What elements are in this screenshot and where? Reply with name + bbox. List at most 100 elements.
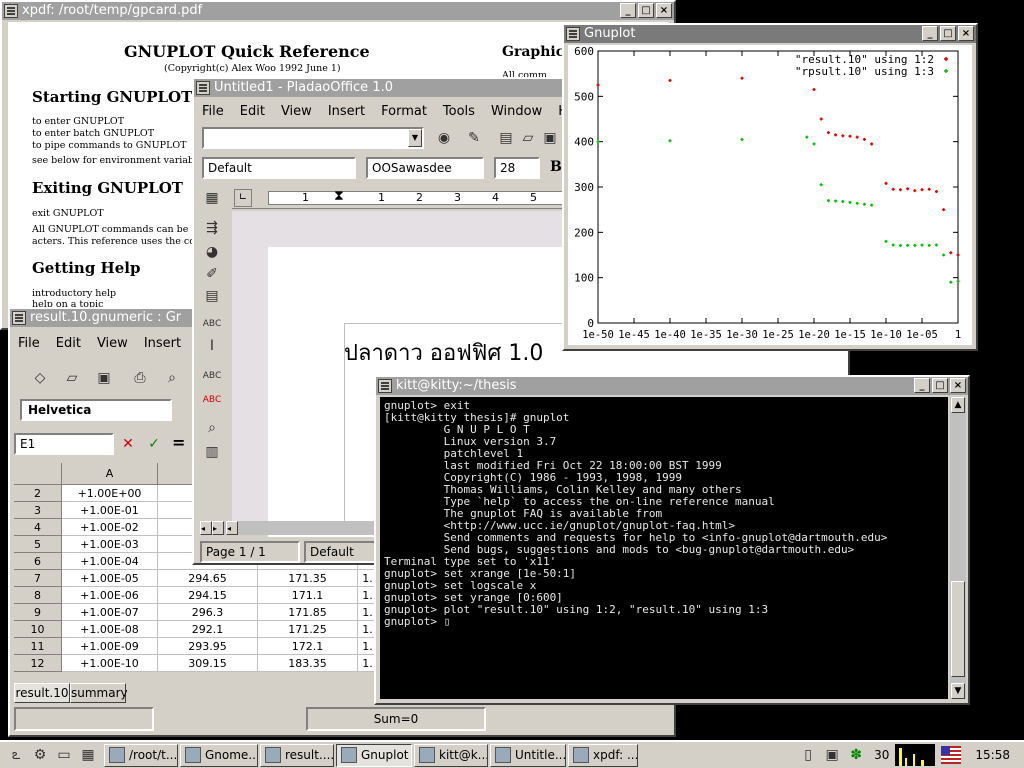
sheet-cell[interactable]: 294.15 bbox=[158, 587, 258, 604]
close-icon[interactable]: × bbox=[958, 26, 974, 41]
find-icon[interactable]: ⌕ bbox=[200, 417, 224, 439]
pager-icon[interactable]: ▯ bbox=[798, 745, 818, 765]
close-icon[interactable]: × bbox=[950, 378, 966, 393]
cancel-x-icon[interactable]: ✕ bbox=[116, 433, 140, 455]
maximize-icon[interactable]: □ bbox=[940, 26, 956, 41]
scroll-down-arrow[interactable]: ▼ bbox=[951, 683, 965, 699]
gnome-foot-icon[interactable]: ఽ bbox=[6, 745, 26, 765]
row-header[interactable]: 4 bbox=[14, 519, 62, 536]
sheet-cell[interactable]: +1.00E-01 bbox=[62, 502, 158, 519]
taskbar-task[interactable]: Gnuplot bbox=[336, 743, 412, 767]
menu-tools[interactable]: Tools bbox=[435, 101, 483, 123]
row-header[interactable]: 3 bbox=[14, 502, 62, 519]
applet-icon[interactable]: ✽ bbox=[846, 745, 866, 765]
taskbar-task[interactable]: Gnome... bbox=[180, 743, 258, 767]
sheet-cell[interactable]: +1.00E-03 bbox=[62, 536, 158, 553]
save-icon[interactable]: ▣ bbox=[92, 367, 116, 389]
menu-file[interactable]: File bbox=[194, 101, 232, 123]
terminal-output[interactable]: gnuplot> exit [kitt@kitty thesis]# gnuplo… bbox=[380, 397, 948, 699]
maximize-icon[interactable]: □ bbox=[638, 3, 654, 18]
ruler-indent-marker[interactable]: ⧗ bbox=[334, 188, 344, 204]
menu-view[interactable]: View bbox=[273, 101, 320, 123]
table-icon[interactable]: ▦ bbox=[200, 187, 224, 209]
window-menu-icon[interactable] bbox=[4, 4, 18, 18]
sheet-cell[interactable]: +1.00E-06 bbox=[62, 587, 158, 604]
print-preview-icon[interactable]: ⌕ bbox=[160, 367, 184, 389]
sheet-cell[interactable]: 292.1 bbox=[158, 621, 258, 638]
window-menu-icon[interactable] bbox=[566, 27, 580, 41]
url-dropdown-arrow[interactable]: ▼ bbox=[408, 129, 422, 147]
sheet-cell[interactable]: 171.85 bbox=[258, 604, 358, 621]
menu-format[interactable]: Format bbox=[373, 101, 435, 123]
sheet-cell[interactable]: +1.00E-07 bbox=[62, 604, 158, 621]
taskbar-task[interactable]: Untitle... bbox=[490, 743, 566, 767]
settings-icon[interactable]: ⚙ bbox=[30, 745, 50, 765]
insert-object-icon[interactable]: ⇶ bbox=[200, 217, 224, 239]
sheet-cell[interactable]: +1.00E-05 bbox=[62, 570, 158, 587]
save-icon[interactable]: ▣ bbox=[538, 127, 562, 149]
edit-file-icon[interactable]: ✎ bbox=[462, 127, 486, 149]
sheet-cell[interactable]: 171.25 bbox=[258, 621, 358, 638]
terminal-titlebar[interactable]: kitt@kitty:~/thesis _ □ × bbox=[376, 377, 968, 395]
equals-button[interactable]: = bbox=[172, 433, 185, 452]
datasource-icon[interactable]: ▥ bbox=[200, 441, 224, 463]
minimize-icon[interactable]: _ bbox=[922, 26, 938, 41]
menu-file[interactable]: File bbox=[10, 333, 48, 355]
sheet-cell[interactable]: 293.95 bbox=[158, 638, 258, 655]
font-name-combo[interactable]: OOSawasdee bbox=[366, 157, 484, 179]
url-combo[interactable] bbox=[202, 127, 424, 149]
row-header[interactable]: 5 bbox=[14, 536, 62, 553]
minimize-icon[interactable]: _ bbox=[914, 378, 930, 393]
row-header[interactable]: 2 bbox=[14, 485, 62, 502]
scroll-up-arrow[interactable]: ▲ bbox=[951, 397, 965, 413]
sheet-cell[interactable]: +1.00E-02 bbox=[62, 519, 158, 536]
sheet-cell[interactable]: 183.35 bbox=[258, 655, 358, 672]
menu-insert[interactable]: Insert bbox=[320, 101, 373, 123]
close-icon[interactable]: × bbox=[656, 3, 672, 18]
row-header[interactable]: 7 bbox=[14, 570, 62, 587]
open-folder-icon[interactable]: ▱ bbox=[60, 367, 84, 389]
menu-edit[interactable]: Edit bbox=[48, 333, 89, 355]
window-menu-icon[interactable] bbox=[196, 81, 210, 95]
sheet-cell[interactable]: 309.15 bbox=[158, 655, 258, 672]
scroll-thumb[interactable] bbox=[951, 581, 965, 677]
row-header[interactable]: 12 bbox=[14, 655, 62, 672]
menu-edit[interactable]: Edit bbox=[232, 101, 273, 123]
text-cursor-icon[interactable]: I bbox=[200, 335, 224, 357]
taskbar-task[interactable]: /root/t... bbox=[104, 743, 178, 767]
sheet-cell[interactable]: +1.00E-08 bbox=[62, 621, 158, 638]
row-header[interactable]: 10 bbox=[14, 621, 62, 638]
row-header[interactable]: 8 bbox=[14, 587, 62, 604]
taskbar-task[interactable]: xpdf: ... bbox=[568, 743, 638, 767]
flag-icon[interactable] bbox=[941, 746, 962, 764]
file-manager-icon[interactable]: ▦ bbox=[78, 745, 98, 765]
draw-icon[interactable]: ✐ bbox=[200, 263, 224, 285]
autospell-icon[interactable]: ABC bbox=[200, 365, 224, 387]
sheet-tab-summary[interactable]: summary bbox=[70, 683, 128, 703]
taskbar-task[interactable]: result.... bbox=[260, 743, 334, 767]
sheet-cell[interactable]: +1.00E-10 bbox=[62, 655, 158, 672]
taskbar-task[interactable]: kitt@k... bbox=[414, 743, 488, 767]
font-selector[interactable]: Helvetica bbox=[20, 399, 172, 421]
sheet-cell[interactable]: +1.00E+00 bbox=[62, 485, 158, 502]
menu-view[interactable]: View bbox=[89, 333, 136, 355]
sheet-tab-result10[interactable]: result.10 bbox=[14, 683, 70, 703]
autospell-off-icon[interactable]: ABC bbox=[200, 389, 224, 411]
minimize-icon[interactable]: _ bbox=[620, 3, 636, 18]
terminal-launcher-icon[interactable]: ▭ bbox=[54, 745, 74, 765]
row-header[interactable]: 11 bbox=[14, 638, 62, 655]
font-size-combo[interactable]: 28 bbox=[494, 157, 540, 179]
open-icon[interactable]: ▱ bbox=[516, 127, 540, 149]
spellcheck-icon[interactable]: ABC bbox=[200, 313, 224, 335]
column-header-a[interactable]: A bbox=[62, 463, 158, 485]
paragraph-style-combo[interactable]: Default bbox=[202, 157, 356, 179]
print-icon[interactable]: ⎙ bbox=[128, 367, 152, 389]
desktop-switch-icon[interactable]: ▣ bbox=[822, 745, 842, 765]
sheet-cell[interactable]: +1.00E-04 bbox=[62, 553, 158, 570]
corner-header[interactable] bbox=[14, 463, 62, 485]
sheet-cell[interactable]: +1.00E-09 bbox=[62, 638, 158, 655]
row-header[interactable]: 6 bbox=[14, 553, 62, 570]
sheet-cell[interactable]: 172.1 bbox=[258, 638, 358, 655]
stop-icon[interactable]: ◉ bbox=[432, 127, 456, 149]
menu-insert[interactable]: Insert bbox=[136, 333, 189, 355]
